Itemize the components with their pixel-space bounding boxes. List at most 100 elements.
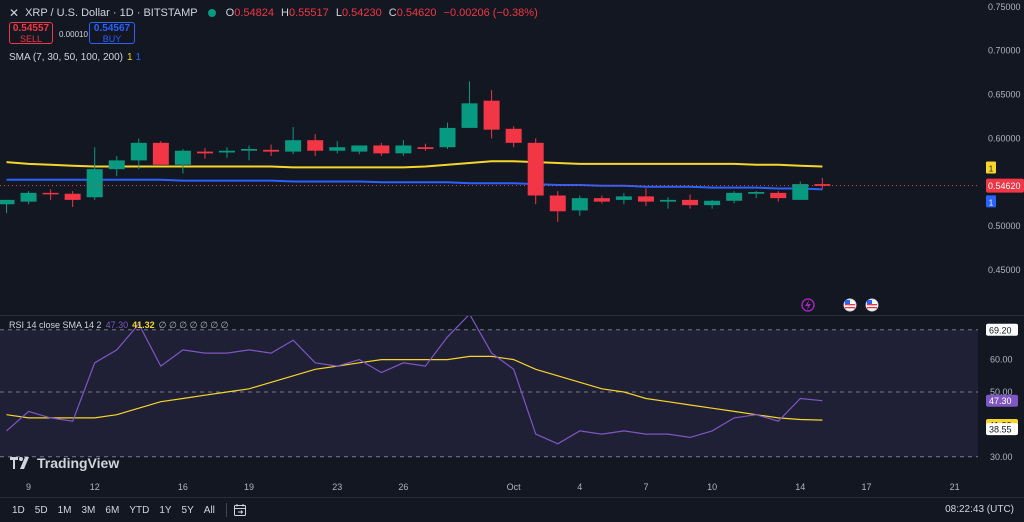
- price-chart[interactable]: 0.750000.700000.650000.600000.550000.500…: [0, 0, 1024, 316]
- candle-body: [660, 199, 676, 202]
- time-tick-label: 10: [707, 482, 717, 492]
- rsi-tick-label: 60.00: [990, 355, 1013, 365]
- flag-icon-stripe: [845, 307, 855, 309]
- timeframe-6m[interactable]: 6M: [100, 505, 124, 516]
- candle-body: [395, 145, 412, 154]
- rsi-tick-label: 30.00: [990, 452, 1013, 462]
- ohlc-values: O0.54824 H0.55517 L0.54230 C0.54620 −0.0…: [225, 7, 538, 19]
- price-tick-label: 0.45000: [988, 265, 1021, 275]
- candle-body: [42, 192, 59, 195]
- price-tick-label: 0.60000: [988, 133, 1021, 143]
- rsi-chart[interactable]: 60.0050.0030.0069.2047.3041.3238.55: [0, 316, 1024, 478]
- price-tick-label: 0.70000: [988, 46, 1021, 56]
- sma-yellow-tag-label: 1: [989, 165, 994, 174]
- candle-body: [152, 142, 169, 165]
- sma-legend[interactable]: SMA (7, 30, 50, 100, 200) 1 1: [9, 52, 141, 63]
- utc-clock[interactable]: 08:22:43 (UTC): [945, 504, 1014, 515]
- candle-body: [726, 192, 743, 201]
- candle-body: [351, 145, 368, 152]
- candle-body: [373, 145, 390, 154]
- toolbar-divider: [225, 503, 227, 517]
- candle-body: [196, 151, 213, 154]
- timeframe-all[interactable]: All: [199, 505, 220, 516]
- candle-body: [86, 169, 103, 198]
- candle-body: [593, 198, 610, 202]
- rsi-upper-band-label: 69.20: [989, 325, 1012, 335]
- timeframe-1m[interactable]: 1M: [53, 505, 77, 516]
- flag-icon-stripe: [867, 304, 877, 306]
- rsi-value-label: 47.30: [989, 396, 1012, 406]
- timeframe-1d[interactable]: 1D: [7, 505, 30, 516]
- candle-body: [285, 140, 302, 152]
- time-tick-label: 19: [244, 482, 254, 492]
- sma-yellow-line: [6, 160, 823, 169]
- timeframe-ytd[interactable]: YTD: [124, 505, 154, 516]
- candle-body: [417, 147, 434, 149]
- candle-body: [130, 142, 147, 161]
- time-tick-label: 21: [950, 482, 960, 492]
- flag-icon-canton: [845, 300, 850, 304]
- time-axis[interactable]: 9 12 16 19 23 26 Oct 4 7 10 14 17 21: [0, 478, 1024, 497]
- sma-blue-tag-label: 1: [989, 198, 994, 207]
- time-tick-label: Oct: [507, 482, 522, 492]
- price-tick-label: 0.75000: [988, 2, 1021, 12]
- flag-icon-stripe: [845, 304, 855, 306]
- price-tick-label: 0.50000: [988, 221, 1021, 231]
- timeframe-3m[interactable]: 3M: [77, 505, 101, 516]
- us-flag-icon: [865, 298, 879, 312]
- candle-body: [307, 140, 324, 151]
- candle-body: [439, 127, 456, 148]
- rsi-legend[interactable]: RSI 14 close SMA 14 2 47.30 41.32 ∅ ∅ ∅ ∅ ∅…: [9, 320, 229, 331]
- timeframe-5y[interactable]: 5Y: [177, 505, 199, 516]
- candle-body: [637, 196, 654, 202]
- time-tick-label: 14: [795, 482, 805, 492]
- candle-body: [682, 199, 699, 206]
- candle-body: [461, 103, 478, 128]
- flag-icon-canton: [867, 300, 872, 304]
- us-flag-icon: [843, 298, 857, 312]
- time-tick-label: 4: [577, 482, 582, 492]
- time-tick-label: 9: [26, 482, 31, 492]
- candle-body: [527, 142, 544, 196]
- symbol-header: ✕ XRP / U.S. Dollar · 1D · BITSTAMP O0.5…: [9, 6, 542, 20]
- rsi-low-value-label: 38.55: [989, 425, 1012, 435]
- candle-body: [0, 199, 15, 205]
- candle-body: [329, 147, 346, 151]
- sma-blue-line: [6, 178, 823, 191]
- candle-body: [792, 184, 809, 200]
- candle-body: [108, 160, 125, 170]
- candle-body: [704, 200, 721, 206]
- candle-body: [748, 191, 765, 194]
- sell-button[interactable]: 0.54557 SELL: [9, 22, 53, 44]
- tradingview-logo: TradingView: [10, 455, 119, 471]
- time-tick-label: 7: [643, 482, 648, 492]
- time-tick-label: 16: [178, 482, 188, 492]
- candle-body: [20, 192, 37, 202]
- time-tick-label: 17: [861, 482, 871, 492]
- status-dot-icon: [207, 9, 216, 17]
- candle-body: [549, 195, 566, 212]
- timeframe-1y[interactable]: 1Y: [154, 505, 176, 516]
- price-tick-label: 0.65000: [988, 90, 1021, 100]
- candle-body: [64, 193, 81, 200]
- spread-value: 0.00010: [59, 30, 88, 39]
- last-price-label: 0.54620: [988, 181, 1021, 191]
- candle-body: [241, 148, 258, 151]
- candle-body: [770, 192, 787, 199]
- candle-body: [615, 196, 632, 200]
- x-close-icon[interactable]: ✕: [9, 6, 19, 20]
- candle-body: [219, 150, 235, 153]
- candle-body: [505, 128, 522, 143]
- calendar-range-icon[interactable]: [233, 503, 247, 517]
- candle-body: [571, 198, 588, 211]
- bottom-toolbar: 1D 5D 1M 3M 6M YTD 1Y 5Y All 08:22:43 (U…: [0, 497, 1024, 522]
- flag-icon-stripe: [867, 307, 877, 309]
- timeframe-5d[interactable]: 5D: [30, 505, 53, 516]
- time-tick-label: 23: [332, 482, 342, 492]
- candle-body: [483, 100, 500, 130]
- buy-button[interactable]: 0.54567 BUY: [89, 22, 135, 44]
- lightning-icon: [801, 298, 815, 312]
- time-tick-label: 26: [398, 482, 408, 492]
- symbol-title[interactable]: XRP / U.S. Dollar · 1D · BITSTAMP: [25, 7, 198, 19]
- time-tick-label: 12: [90, 482, 100, 492]
